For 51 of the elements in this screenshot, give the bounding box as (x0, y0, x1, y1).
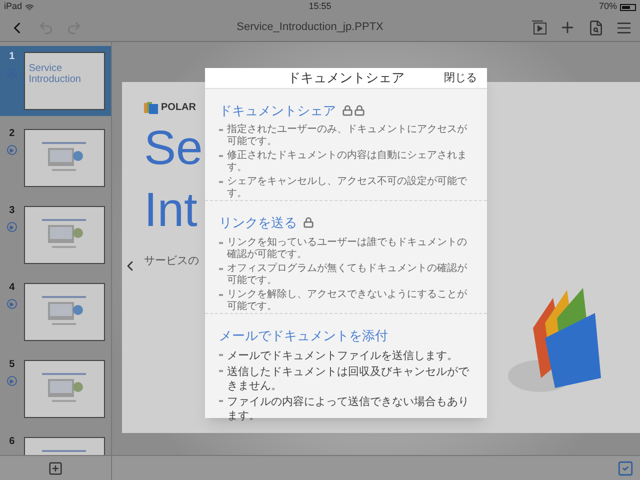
option-description: 送信したドキュメントは回収及びキャンセルができません。 (219, 365, 473, 393)
logo-text: POLAR (161, 101, 196, 115)
option-description: メールでドキュメントファイルを送信します。 (219, 349, 473, 363)
slide-title: Se (144, 121, 204, 177)
slide-title: Int (144, 183, 198, 239)
logo-icon (144, 100, 158, 114)
share-option[interactable]: ドキュメントシェア 指定されたユーザーのみ、ドキュメントにアクセスが可能です。 修正されたドキュメントの内容は自動にシェアされます。 シェアをキャンセルし、アクセス不可の設定が可能です。 (205, 88, 487, 200)
document-title: Service_Introduction_jp.PPTX (236, 20, 384, 36)
option-description: 修正されたドキュメントの内容は自動にシェアされます。 (219, 150, 473, 174)
option-description: 指定されたユーザーのみ、ドキュメントにアクセスが可能です。 (219, 124, 473, 148)
add-slide-icon[interactable] (48, 460, 63, 476)
thumbnail-drawing (42, 296, 86, 326)
option-description: オフィスプログラムが無くてもドキュメントの確認が可能です。 (219, 262, 473, 286)
option-description: リンクを知っているユーザーは誰でもドキュメントの確認が可能です。 (219, 236, 473, 260)
slide-number: 4 (9, 283, 15, 293)
slide-thumbnail-item[interactable]: 6 (0, 431, 111, 455)
dialog-title: ドキュメントシェア (286, 69, 406, 87)
share-option[interactable]: リンクを送る リンクを知っているユーザーは誰でもドキュメントの確認が可能です。 オフィスプログラムが無くてもドキュメントの確認が可能です。 リンクを解除し、アクセスできないようにすることが可能です。 (205, 200, 487, 312)
option-description: リンクを解除し、アクセスできないようにすることが可能です。 (219, 288, 473, 312)
slide-thumbnail-item[interactable]: 3 (0, 200, 111, 270)
wifi-icon (25, 2, 34, 12)
done-icon[interactable] (617, 460, 634, 476)
slide-thumbnail-item[interactable]: 2 (0, 123, 111, 193)
option-title: リンクを送る (219, 214, 297, 232)
option-description: シェアをキャンセルし、アクセス不可の設定が可能です。 (219, 176, 473, 200)
thumbnail-drawing (42, 373, 86, 403)
slide-number: 2 (9, 129, 15, 139)
battery-percent: 70% (598, 0, 617, 14)
thumbnail-drawing (42, 219, 86, 249)
slide-number: 5 (9, 360, 15, 370)
slide-subtitle: サービスの (144, 254, 200, 269)
clock: 15:55 (308, 0, 332, 14)
slideshow-icon[interactable] (531, 20, 547, 36)
thumbnail-title: Service Introduction (28, 63, 82, 85)
slide-number: 3 (9, 206, 15, 216)
option-title: メールでドキュメントを添付 (219, 326, 388, 344)
slide-number: 1 (9, 52, 15, 62)
menu-icon[interactable] (616, 20, 632, 36)
thumbnail-drawing (42, 142, 86, 172)
slide-thumbnail-item[interactable]: 4 (0, 277, 111, 347)
option-title: ドキュメントシェア (219, 102, 336, 120)
slide-number: 6 (9, 437, 15, 447)
share-option[interactable]: メールでドキュメントを添付 メールでドキュメントファイルを送信します。 送信したドキュメントは回収及びキャンセルができません。 ファイルの内容によって送信できない場合もあります。 (205, 312, 487, 423)
battery-icon (620, 4, 636, 10)
slide-thumbnail-item[interactable]: 5 (0, 354, 111, 424)
slide-thumbnail-item[interactable]: 1 Service Introduction (0, 46, 111, 116)
close-button[interactable]: 閉じる (437, 70, 477, 86)
device-name: iPad (4, 0, 22, 14)
document-search-icon[interactable] (588, 20, 604, 36)
add-icon[interactable] (559, 19, 576, 36)
option-description: ファイルの内容によって送信できない場合もあります。 (219, 395, 473, 423)
